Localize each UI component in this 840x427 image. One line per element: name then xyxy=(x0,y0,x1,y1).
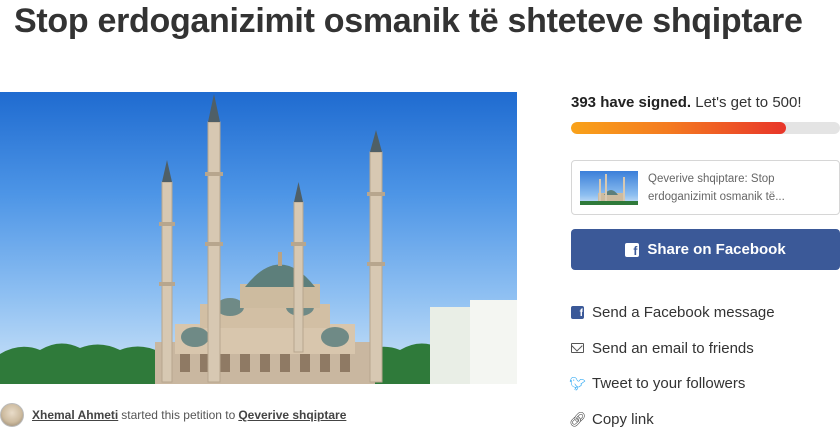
link-icon: 🔗︎ xyxy=(568,410,587,427)
author-started-text: started this petition to xyxy=(121,408,236,422)
send-email-link[interactable]: Send an email to friends xyxy=(571,331,840,367)
signature-goal-text: Let's get to 500! xyxy=(695,94,802,111)
preview-thumbnail xyxy=(580,170,638,205)
author-avatar[interactable] xyxy=(0,403,24,427)
facebook-icon: f xyxy=(571,306,584,320)
share-preview-card[interactable]: Qeverive shqiptare: Stop erdoganizimit o… xyxy=(571,160,840,215)
share-on-facebook-button[interactable]: f Share on Facebook xyxy=(571,229,840,270)
share-item-label: Tweet to your followers xyxy=(592,375,746,393)
share-item-label: Send an email to friends xyxy=(592,339,754,357)
signature-count: 393 have signed. Let's get to 500! xyxy=(571,94,802,111)
petition-title: Stop erdoganizimit osmanik të shteteve s… xyxy=(14,2,803,40)
petition-target-link[interactable]: Qeverive shqiptare xyxy=(238,408,346,422)
twitter-icon: 🐦︎ xyxy=(569,375,586,391)
share-options-list: f Send a Facebook message Send an email … xyxy=(568,295,840,427)
send-facebook-message-link[interactable]: f Send a Facebook message xyxy=(571,295,840,331)
signature-progress-bar xyxy=(571,122,840,134)
share-item-label: Copy link xyxy=(592,410,654,427)
signature-progress-fill xyxy=(571,122,787,134)
author-name-link[interactable]: Xhemal Ahmeti xyxy=(32,408,118,422)
preview-line-1: Qeverive shqiptare: Stop xyxy=(648,172,775,185)
petition-author-line: Xhemal Ahmeti started this petition to Q… xyxy=(0,402,346,427)
tweet-link[interactable]: 🐦︎ Tweet to your followers xyxy=(569,366,840,402)
copy-link-button[interactable]: 🔗︎ Copy link xyxy=(568,402,840,427)
share-item-label: Send a Facebook message xyxy=(592,304,775,322)
facebook-icon: f xyxy=(625,242,640,257)
signed-count-text: 393 have signed. xyxy=(571,94,692,111)
preview-line-2: erdoganizimit osmanik të... xyxy=(648,190,785,203)
share-on-facebook-label: Share on Facebook xyxy=(647,241,786,258)
petition-image xyxy=(0,92,517,384)
email-icon xyxy=(571,343,584,354)
